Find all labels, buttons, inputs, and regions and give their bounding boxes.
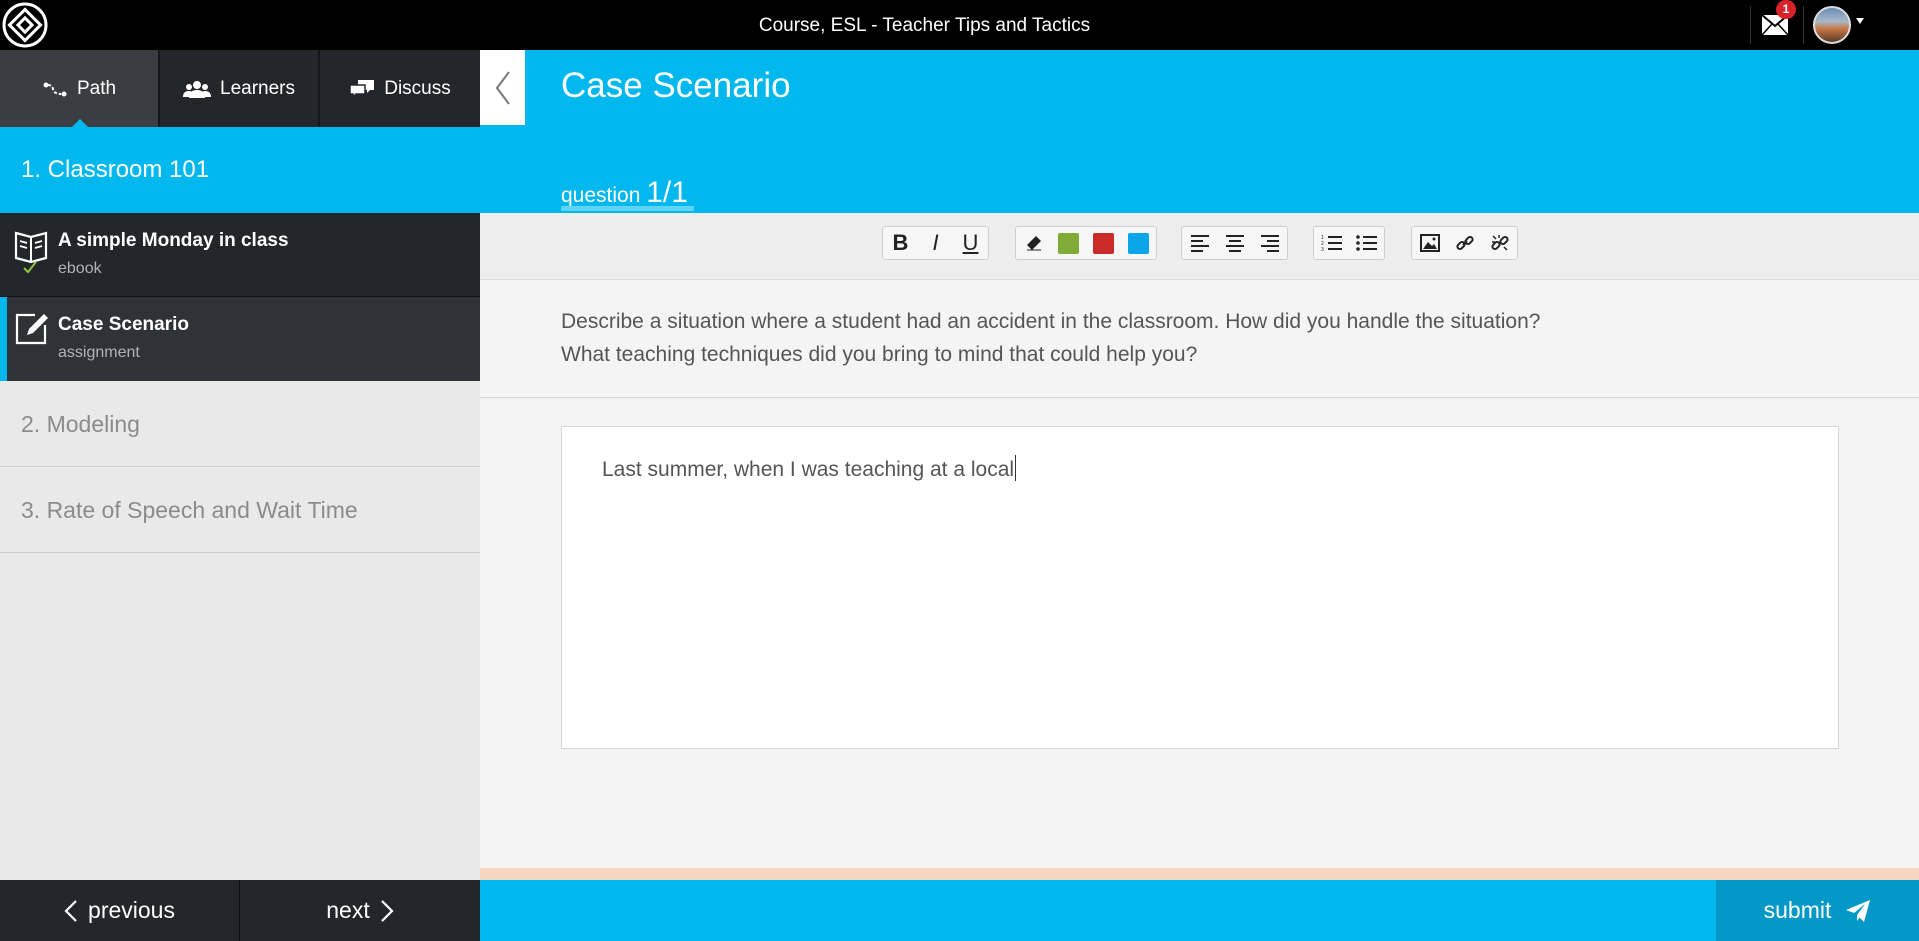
chevron-right-icon — [380, 899, 394, 923]
collapse-sidebar-button[interactable] — [480, 50, 525, 125]
eraser-icon — [1026, 235, 1042, 251]
insert-image-button[interactable] — [1412, 227, 1447, 259]
text-cursor — [1015, 455, 1017, 481]
chevron-left-icon — [64, 899, 78, 923]
image-icon — [1419, 234, 1440, 252]
active-tab-indicator — [72, 119, 88, 127]
align-right-icon — [1260, 234, 1280, 252]
color-blue-button[interactable] — [1121, 227, 1156, 259]
item-title: Case Scenario — [58, 314, 189, 335]
chevron-left-icon — [494, 70, 512, 106]
previous-button[interactable]: previous — [0, 880, 239, 941]
tab-path[interactable]: Path — [0, 50, 158, 127]
align-center-button[interactable] — [1217, 227, 1252, 259]
italic-button[interactable]: I — [918, 227, 953, 259]
question-divider — [480, 397, 1919, 398]
unordered-list-button[interactable] — [1349, 227, 1384, 259]
previous-label: previous — [88, 897, 175, 923]
tab-label: Path — [76, 77, 117, 99]
item-type: assignment — [58, 344, 140, 361]
underline-button[interactable]: U — [953, 227, 988, 259]
align-right-button[interactable] — [1252, 227, 1287, 259]
course-title: Course, ESL - Teacher Tips and Tactics — [758, 15, 1091, 36]
top-separator — [1803, 6, 1804, 44]
ordered-list-icon: 123 — [1321, 234, 1343, 252]
format-group: B I U — [882, 226, 989, 260]
question-number: 1/1 — [646, 176, 688, 209]
list-item-simple-monday[interactable]: A simple Monday in class ebook — [0, 213, 480, 296]
ordered-list-button[interactable]: 123 — [1314, 227, 1349, 259]
tab-learners[interactable]: Learners — [160, 50, 318, 127]
avatar[interactable] — [1813, 6, 1851, 44]
green-swatch — [1058, 232, 1079, 254]
list-group: 123 — [1313, 226, 1385, 260]
answer-text: Last summer, when I was teaching at a lo… — [602, 458, 1015, 481]
submit-label: submit — [1763, 897, 1832, 923]
section-classroom-101[interactable]: 1. Classroom 101 — [0, 127, 480, 213]
align-left-icon — [1190, 234, 1210, 252]
edit-icon — [13, 311, 49, 347]
red-swatch — [1093, 232, 1114, 254]
question-text: Describe a situation where a student had… — [561, 310, 1541, 366]
align-center-icon — [1225, 234, 1245, 252]
tab-label: Learners — [220, 77, 295, 99]
color-green-button[interactable] — [1051, 227, 1086, 259]
current-item-indicator — [0, 297, 7, 381]
chevron-down-icon[interactable] — [1856, 18, 1864, 24]
next-label: next — [326, 897, 370, 923]
tab-discuss[interactable]: Discuss — [320, 50, 480, 127]
path-icon — [42, 79, 68, 99]
send-icon — [1845, 899, 1871, 923]
check-icon — [22, 259, 38, 275]
list-item-case-scenario[interactable]: Case Scenario assignment — [0, 297, 480, 381]
next-button[interactable]: next — [240, 880, 480, 941]
section-rate-of-speech[interactable]: 3. Rate of Speech and Wait Time — [0, 467, 480, 553]
footer-stripe — [480, 868, 1919, 880]
submit-button[interactable]: submit — [1716, 880, 1919, 941]
unlink-button[interactable] — [1482, 227, 1517, 259]
svg-text:3: 3 — [1321, 247, 1324, 252]
question-tab-underline — [561, 206, 694, 211]
learners-icon — [183, 79, 211, 99]
tab-label: Discuss — [384, 77, 451, 99]
link-icon — [1455, 233, 1475, 253]
book-icon — [13, 227, 49, 263]
footer-bar — [480, 880, 1919, 941]
insert-link-button[interactable] — [1447, 227, 1482, 259]
item-type: ebook — [58, 260, 102, 277]
blue-swatch — [1128, 232, 1149, 254]
notification-badge[interactable]: 1 — [1776, 0, 1796, 19]
question-label: question — [561, 184, 641, 207]
unlink-icon — [1490, 233, 1510, 253]
bold-button[interactable]: B — [883, 227, 918, 259]
unordered-list-icon — [1355, 234, 1378, 252]
eraser-button[interactable] — [1016, 227, 1051, 259]
align-left-button[interactable] — [1182, 227, 1217, 259]
align-group — [1181, 226, 1288, 260]
item-title: A simple Monday in class — [58, 230, 289, 251]
top-separator — [1750, 6, 1751, 44]
section-modeling[interactable]: 2. Modeling — [0, 382, 480, 467]
color-red-button[interactable] — [1086, 227, 1121, 259]
discuss-icon — [349, 79, 375, 99]
question-counter: question 1/1 — [561, 176, 688, 210]
page-title: Case Scenario — [561, 66, 791, 105]
answer-input-text[interactable]: Last summer, when I was teaching at a lo… — [602, 455, 1017, 482]
color-group — [1015, 226, 1157, 260]
insert-group — [1411, 226, 1518, 260]
